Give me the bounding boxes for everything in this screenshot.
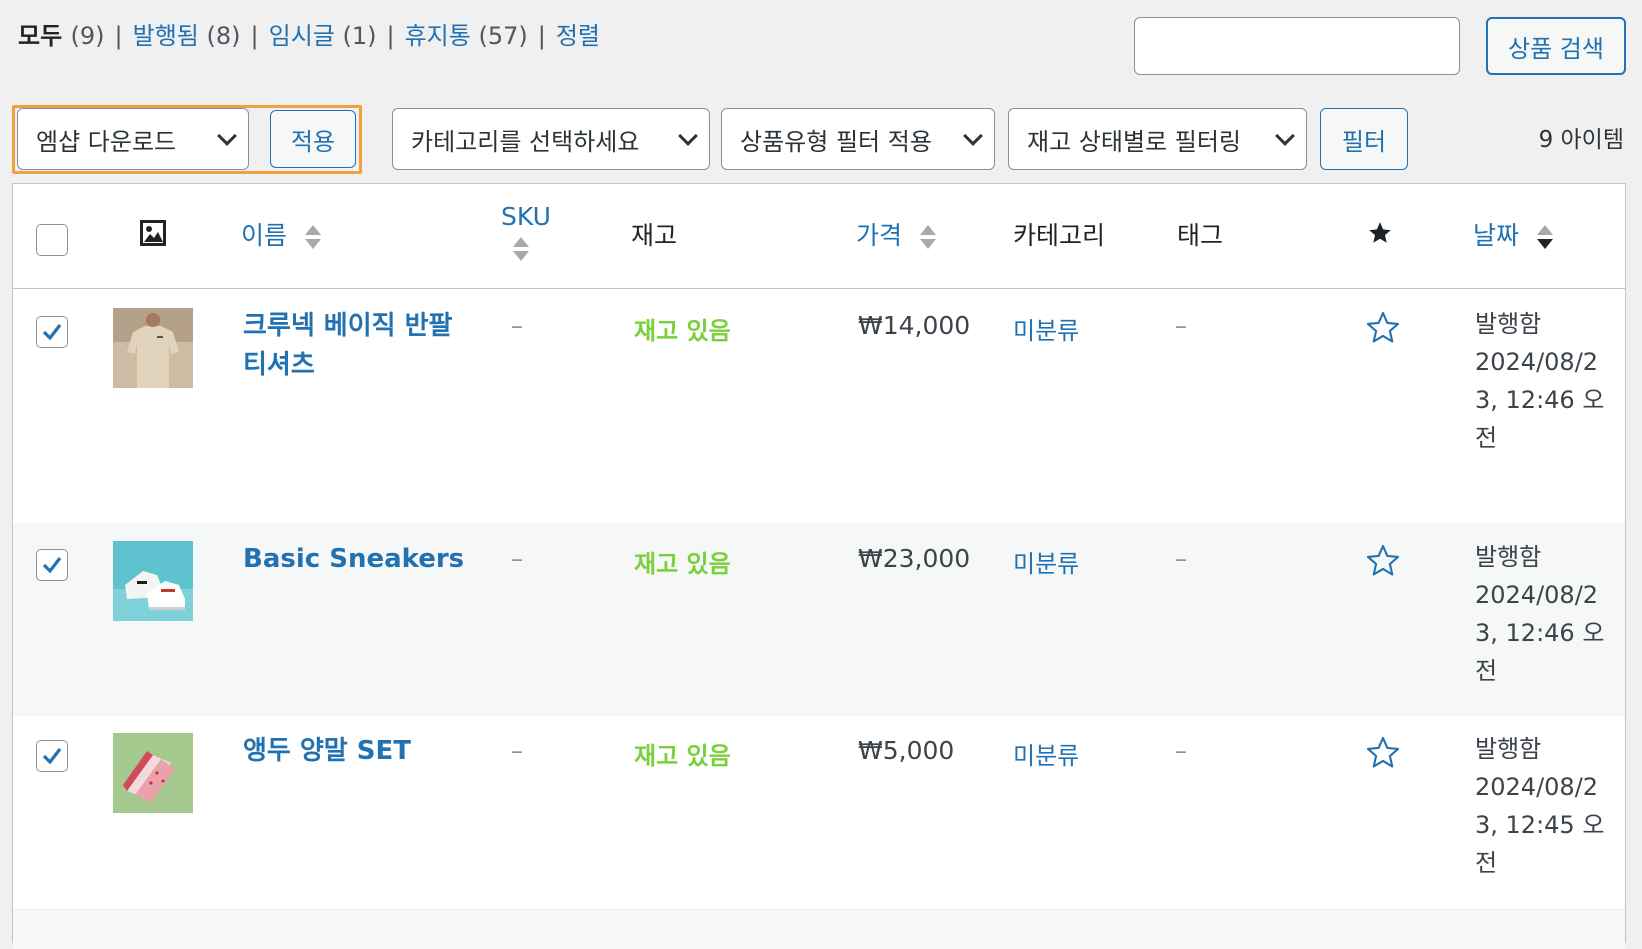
chevron-down-icon [678,126,698,146]
column-name[interactable]: 이름 [241,216,321,252]
row-checkbox[interactable] [36,740,68,772]
product-thumbnail[interactable] [113,733,193,813]
view-trash-label: 휴지통 [404,22,471,50]
stock-status: 재고 있음 [634,317,731,345]
product-name-link[interactable]: 크루넥 베이직 반팔 티셔츠 [243,307,473,385]
view-draft[interactable]: 임시글 (1) [269,22,377,50]
table-header: 이름 SKU 재고 가격 카테고리 태그 날짜 [13,184,1625,289]
date-cell: 발행함 2024/08/23, 12:45 오전 [1475,730,1615,882]
sort-icon [304,225,321,249]
chevron-down-icon [963,126,983,146]
product-type-filter-value: 상품유형 필터 적용 [740,127,932,156]
separator: | [386,22,395,50]
column-date[interactable]: 날짜 [1473,216,1553,252]
sort-icon [1536,225,1553,249]
view-trash-count: (57) [478,22,528,50]
category-link[interactable]: 미분류 [1013,736,1079,771]
select-all-checkbox[interactable] [36,224,68,256]
row-checkbox[interactable] [36,549,68,581]
view-published[interactable]: 발행됨 (8) [133,22,241,50]
table-row: Basic Sneakers – 재고 있음 ₩23,000 미분류 – 발행함… [13,523,1625,716]
view-all[interactable]: 모두 (9) [18,22,105,50]
product-thumbnail[interactable] [113,541,193,621]
publish-date: 2024/08/23, 12:45 오전 [1475,773,1605,877]
column-date-label: 날짜 [1473,221,1520,250]
publish-status: 발행함 [1475,543,1542,571]
products-table: 이름 SKU 재고 가격 카테고리 태그 날짜 크루넥 베이직 반팔 티셔츠 –… [12,183,1626,949]
stock-status: 재고 있음 [634,742,731,770]
publish-status: 발행함 [1475,735,1542,763]
table-row: 앵두 양말 SET – 재고 있음 ₩5,000 미분류 – 발행함 2024/… [13,716,1625,909]
bulk-action-value: 엠샵 다운로드 [36,127,177,156]
price-value: ₩14,000 [858,311,971,340]
featured-star-icon[interactable] [1365,543,1401,583]
view-sort[interactable]: 정렬 [556,22,600,50]
column-tags: 태그 [1177,221,1224,250]
view-all-label: 모두 [18,22,63,50]
table-row: 크루넥 베이직 반팔 티셔츠 – 재고 있음 ₩14,000 미분류 – 발행함… [13,290,1625,523]
category-filter-value: 카테고리를 선택하세요 [411,127,640,156]
stock-status: 재고 있음 [634,550,731,578]
view-draft-label: 임시글 [268,22,335,50]
category-link[interactable]: 미분류 [1013,544,1079,579]
tags-value: – [1175,312,1187,340]
column-name-label: 이름 [241,221,288,250]
product-thumbnail[interactable] [113,308,193,388]
category-link[interactable]: 미분류 [1013,311,1079,346]
thumbnail-column-icon [140,220,166,252]
table-row [13,909,1625,949]
separator: | [114,22,123,50]
sort-icon [919,225,936,249]
column-price[interactable]: 가격 [856,216,936,252]
featured-star-icon[interactable] [1365,735,1401,775]
sort-icon [513,237,529,261]
view-trash[interactable]: 휴지통 (57) [405,22,528,50]
price-value: ₩5,000 [858,736,955,765]
search-input[interactable] [1134,17,1460,75]
items-count: 9 아이템 [1538,127,1624,153]
separator: | [250,22,259,50]
sku-value: – [511,312,523,340]
product-type-filter-select[interactable]: 상품유형 필터 적용 [721,108,995,170]
product-name-link[interactable]: Basic Sneakers [243,540,473,579]
tags-value: – [1175,545,1187,573]
column-categories: 카테고리 [1013,221,1106,250]
filter-button[interactable]: 필터 [1320,108,1408,170]
category-filter-select[interactable]: 카테고리를 선택하세요 [392,108,710,170]
column-sku[interactable]: SKU [501,202,551,261]
separator: | [537,22,546,50]
status-views: 모두 (9) | 발행됨 (8) | 임시글 (1) | 휴지통 (57) | 정렬 [18,18,600,54]
view-published-label: 발행됨 [132,22,199,50]
tags-value: – [1175,737,1187,765]
row-checkbox[interactable] [36,316,68,348]
bulk-action-select[interactable]: 엠샵 다운로드 [17,108,249,170]
view-draft-count: (1) [342,22,377,50]
sku-value: – [511,737,523,765]
column-stock: 재고 [631,221,678,250]
date-cell: 발행함 2024/08/23, 12:46 오전 [1475,305,1615,457]
date-cell: 발행함 2024/08/23, 12:46 오전 [1475,538,1615,690]
product-name-link[interactable]: 앵두 양말 SET [243,732,473,771]
view-all-count: (9) [70,22,105,50]
stock-status-filter-select[interactable]: 재고 상태별로 필터링 [1008,108,1307,170]
publish-date: 2024/08/23, 12:46 오전 [1475,581,1605,685]
chevron-down-icon [217,126,237,146]
chevron-down-icon [1275,126,1295,146]
featured-column-star-icon [1367,220,1393,252]
column-price-label: 가격 [856,221,903,250]
sku-value: – [511,545,523,573]
publish-date: 2024/08/23, 12:46 오전 [1475,348,1605,452]
search-products-button[interactable]: 상품 검색 [1486,17,1626,75]
publish-status: 발행함 [1475,310,1542,338]
apply-button[interactable]: 적용 [270,110,356,168]
price-value: ₩23,000 [858,544,971,573]
view-published-count: (8) [206,22,241,50]
column-sku-label: SKU [501,202,551,231]
featured-star-icon[interactable] [1365,310,1401,350]
stock-status-filter-value: 재고 상태별로 필터링 [1027,127,1241,156]
